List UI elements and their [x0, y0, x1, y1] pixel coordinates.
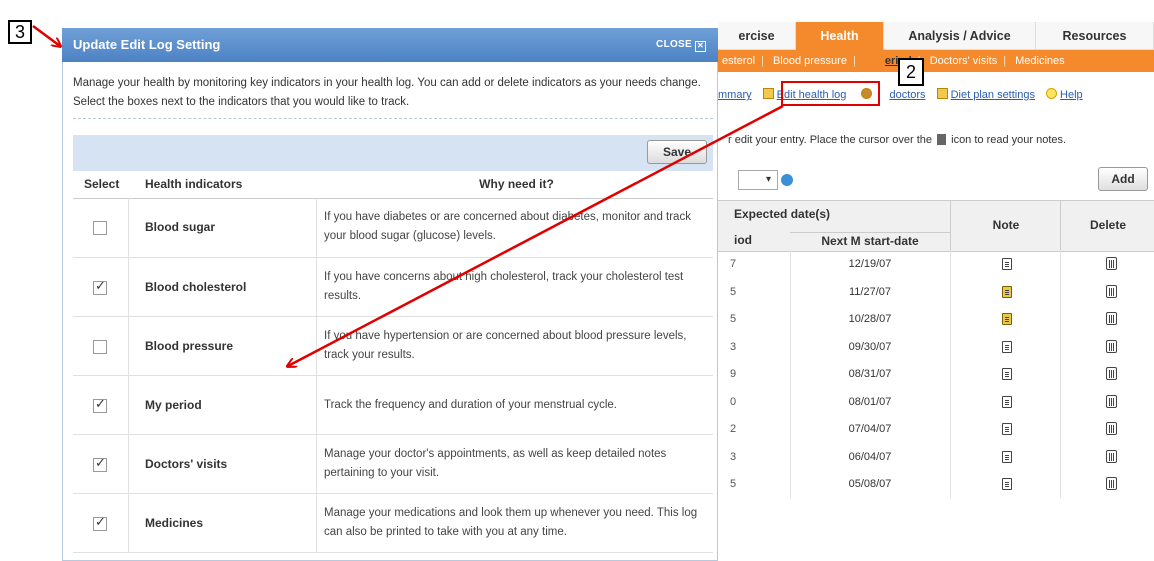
annotation-arrows	[32, 24, 784, 561]
arrow-to-dialog	[288, 104, 784, 366]
arrow-to-title	[32, 24, 60, 46]
